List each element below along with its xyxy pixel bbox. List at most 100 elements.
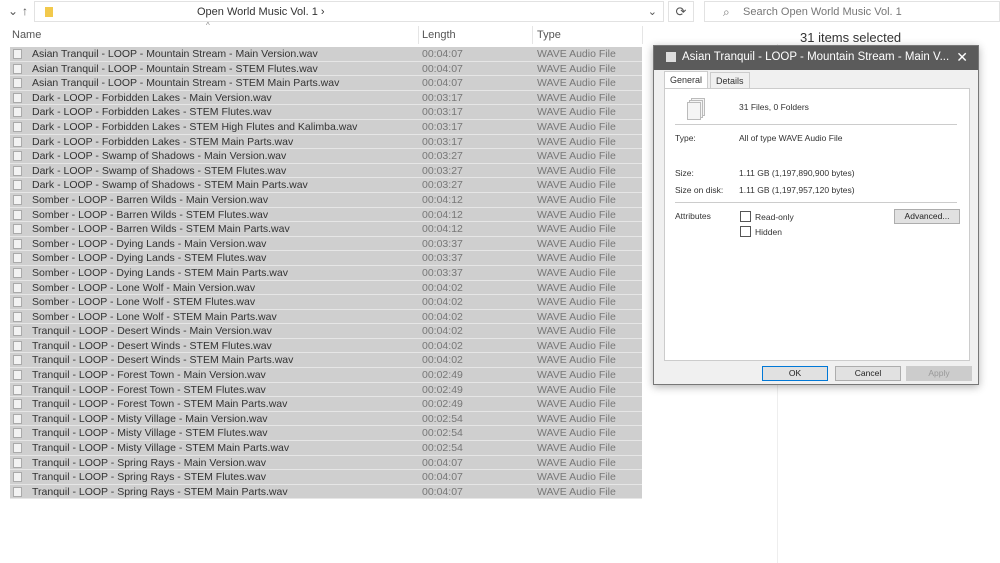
advanced-button[interactable]: Advanced... [894,209,960,224]
file-row[interactable]: Dark - LOOP - Swamp of Shadows - Main Ve… [10,149,642,164]
type-value: All of type WAVE Audio File [739,133,843,143]
file-row[interactable]: Dark - LOOP - Forbidden Lakes - STEM Flu… [10,105,642,120]
file-row[interactable]: Tranquil - LOOP - Spring Rays - STEM Mai… [10,484,642,500]
file-row[interactable]: Tranquil - LOOP - Misty Village - STEM F… [10,426,642,442]
apply-button[interactable]: Apply [906,366,972,381]
audio-file-icon [13,78,22,89]
file-length: 00:03:17 [422,106,463,119]
column-divider[interactable] [642,26,643,44]
file-row[interactable]: Somber - LOOP - Barren Wilds - STEM Main… [10,222,642,237]
audio-file-icon [13,399,22,410]
hidden-label[interactable]: Hidden [755,227,782,237]
file-name: Asian Tranquil - LOOP - Mountain Stream … [32,77,340,90]
file-row[interactable]: Tranquil - LOOP - Forest Town - STEM Flu… [10,382,642,398]
address-bar[interactable]: Open World Music Vol. 1 › ⌄ [34,1,664,22]
file-type: WAVE Audio File [537,471,616,484]
file-name: Dark - LOOP - Forbidden Lakes - STEM Mai… [32,135,294,148]
file-row[interactable]: Dark - LOOP - Swamp of Shadows - STEM Ma… [10,178,642,193]
column-header-type[interactable]: Type [537,29,561,47]
file-length: 00:04:02 [422,354,463,367]
audio-file-icon [13,136,22,147]
file-row[interactable]: Asian Tranquil - LOOP - Mountain Stream … [10,47,642,62]
audio-file-icon [13,472,22,483]
file-type: WAVE Audio File [537,266,616,279]
file-row[interactable]: Asian Tranquil - LOOP - Mountain Stream … [10,61,642,77]
up-arrow-icon[interactable]: ↑ [22,4,28,18]
chevron-right-icon[interactable]: › [321,6,325,18]
divider [675,202,957,203]
audio-file-icon [13,180,22,191]
file-length: 00:04:07 [422,48,463,60]
column-header-length[interactable]: Length [422,29,456,47]
file-type: WAVE Audio File [537,62,616,75]
file-name: Tranquil - LOOP - Spring Rays - Main Ver… [32,456,267,469]
file-list: Asian Tranquil - LOOP - Mountain Stream … [10,47,642,500]
audio-file-icon [13,253,22,264]
file-row[interactable]: Dark - LOOP - Forbidden Lakes - STEM Hig… [10,119,642,135]
file-row[interactable]: Dark - LOOP - Swamp of Shadows - STEM Fl… [10,163,642,179]
file-type: WAVE Audio File [537,383,616,396]
audio-file-icon [13,49,22,59]
address-bar-area: ⌄ ↑ Open World Music Vol. 1 › ⌄ ⟳ ⌕ Searc… [0,0,1000,24]
file-row[interactable]: Somber - LOOP - Lone Wolf - STEM Main Pa… [10,309,642,325]
audio-file-icon [13,297,22,308]
file-type: WAVE Audio File [537,150,616,163]
read-only-checkbox[interactable] [740,211,751,222]
file-name: Dark - LOOP - Forbidden Lakes - STEM Flu… [32,106,272,119]
address-dropdown-icon[interactable]: ⌄ [648,5,657,18]
file-length: 00:04:02 [422,325,463,338]
file-length: 00:02:49 [422,383,463,396]
file-row[interactable]: Tranquil - LOOP - Spring Rays - Main Ver… [10,455,642,471]
cancel-button[interactable]: Cancel [835,366,901,381]
file-row[interactable]: Tranquil - LOOP - Desert Winds - Main Ve… [10,324,642,339]
read-only-label[interactable]: Read-only [755,212,794,222]
file-row[interactable]: Tranquil - LOOP - Spring Rays - STEM Flu… [10,470,642,485]
file-row[interactable]: Somber - LOOP - Dying Lands - STEM Main … [10,265,642,281]
file-name: Tranquil - LOOP - Spring Rays - STEM Flu… [32,471,266,484]
file-row[interactable]: Dark - LOOP - Forbidden Lakes - Main Ver… [10,90,642,106]
file-type: WAVE Audio File [537,427,616,440]
breadcrumb-folder[interactable]: Open World Music Vol. 1 [197,6,318,18]
file-row[interactable]: Somber - LOOP - Barren Wilds - Main Vers… [10,192,642,208]
close-button[interactable]: ✕ [956,49,968,66]
file-row[interactable]: Tranquil - LOOP - Forest Town - STEM Mai… [10,397,642,412]
file-type: WAVE Audio File [537,193,616,206]
file-row[interactable]: Somber - LOOP - Dying Lands - STEM Flute… [10,251,642,266]
file-length: 00:04:02 [422,296,463,309]
file-length: 00:03:27 [422,179,463,192]
file-row[interactable]: Asian Tranquil - LOOP - Mountain Stream … [10,76,642,91]
column-header-name[interactable]: Name [12,29,41,47]
audio-file-icon [13,428,22,439]
file-type: WAVE Audio File [537,91,616,104]
file-row[interactable]: Dark - LOOP - Forbidden Lakes - STEM Mai… [10,134,642,150]
ok-button[interactable]: OK [762,366,828,381]
file-row[interactable]: Tranquil - LOOP - Desert Winds - STEM Fl… [10,338,642,354]
file-row[interactable]: Somber - LOOP - Dying Lands - Main Versi… [10,236,642,252]
file-row[interactable]: Somber - LOOP - Lone Wolf - STEM Flutes.… [10,295,642,310]
file-row[interactable]: Somber - LOOP - Barren Wilds - STEM Flut… [10,207,642,223]
dialog-title-bar[interactable]: Asian Tranquil - LOOP - Mountain Stream … [654,46,978,70]
tab-details[interactable]: Details [710,72,750,89]
file-row[interactable]: Tranquil - LOOP - Forest Town - Main Ver… [10,368,642,383]
file-row[interactable]: Tranquil - LOOP - Desert Winds - STEM Ma… [10,353,642,369]
column-divider[interactable] [418,26,419,44]
file-row[interactable]: Tranquil - LOOP - Misty Village - STEM M… [10,441,642,456]
file-name: Tranquil - LOOP - Forest Town - STEM Flu… [32,383,266,396]
breadcrumb[interactable]: Open World Music Vol. 1 › [197,6,325,18]
file-name: Tranquil - LOOP - Misty Village - STEM F… [32,427,268,440]
file-type: WAVE Audio File [537,310,616,323]
file-row[interactable]: Somber - LOOP - Lone Wolf - Main Version… [10,280,642,296]
audio-file-icon [13,194,22,205]
file-length: 00:04:07 [422,471,463,484]
audio-file-icon [13,121,22,132]
file-type: WAVE Audio File [537,135,616,148]
hidden-checkbox[interactable] [740,226,751,237]
file-type: WAVE Audio File [537,237,616,250]
file-type: WAVE Audio File [537,223,616,236]
file-row[interactable]: Tranquil - LOOP - Misty Village - Main V… [10,411,642,427]
column-divider[interactable] [532,26,533,44]
recent-locations-icon[interactable]: ⌄ [8,4,18,18]
audio-file-icon [13,151,22,162]
refresh-button[interactable]: ⟳ [668,1,694,22]
search-input[interactable]: ⌕ Search Open World Music Vol. 1 [704,1,1000,22]
